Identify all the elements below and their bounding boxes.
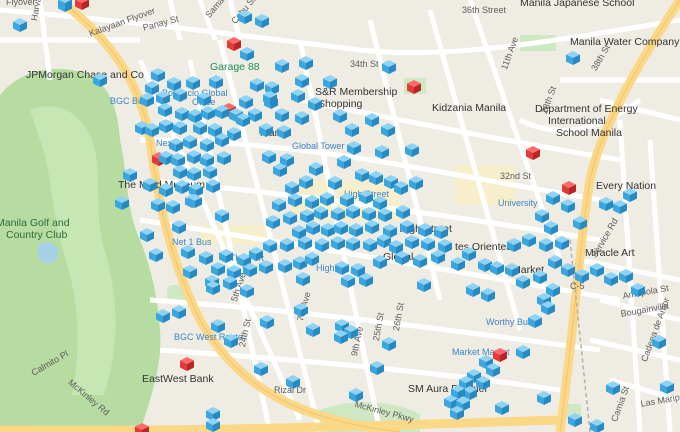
map-label: Garage 88 xyxy=(210,61,260,73)
map-label: 36th Street xyxy=(462,5,507,15)
map-label: JPMorgan Chase and Co xyxy=(26,69,144,81)
map-label: Manila Golf and xyxy=(0,217,70,229)
map-label: University xyxy=(498,198,538,208)
map-label: 34th St xyxy=(350,59,379,69)
map-label: Shopping xyxy=(318,98,363,110)
map-label: EastWest Bank xyxy=(142,373,214,385)
map-label: International xyxy=(548,115,606,127)
map-label: Manila Water Company xyxy=(570,36,680,48)
map-label: Global Tower xyxy=(292,141,345,151)
map-label: Manila Japanese School xyxy=(520,0,635,9)
map-label: Kidzania Manila xyxy=(432,102,507,114)
map-canvas[interactable]: JPMorgan Chase and Co Garage 88 S&R Member… xyxy=(0,0,680,432)
map-label: 32nd St xyxy=(500,171,532,181)
map-label: School Manila xyxy=(556,127,622,139)
map-label: C-5 xyxy=(570,281,585,291)
map-label: Country Club xyxy=(6,229,68,241)
map-label: Worthy Bus xyxy=(486,317,533,327)
